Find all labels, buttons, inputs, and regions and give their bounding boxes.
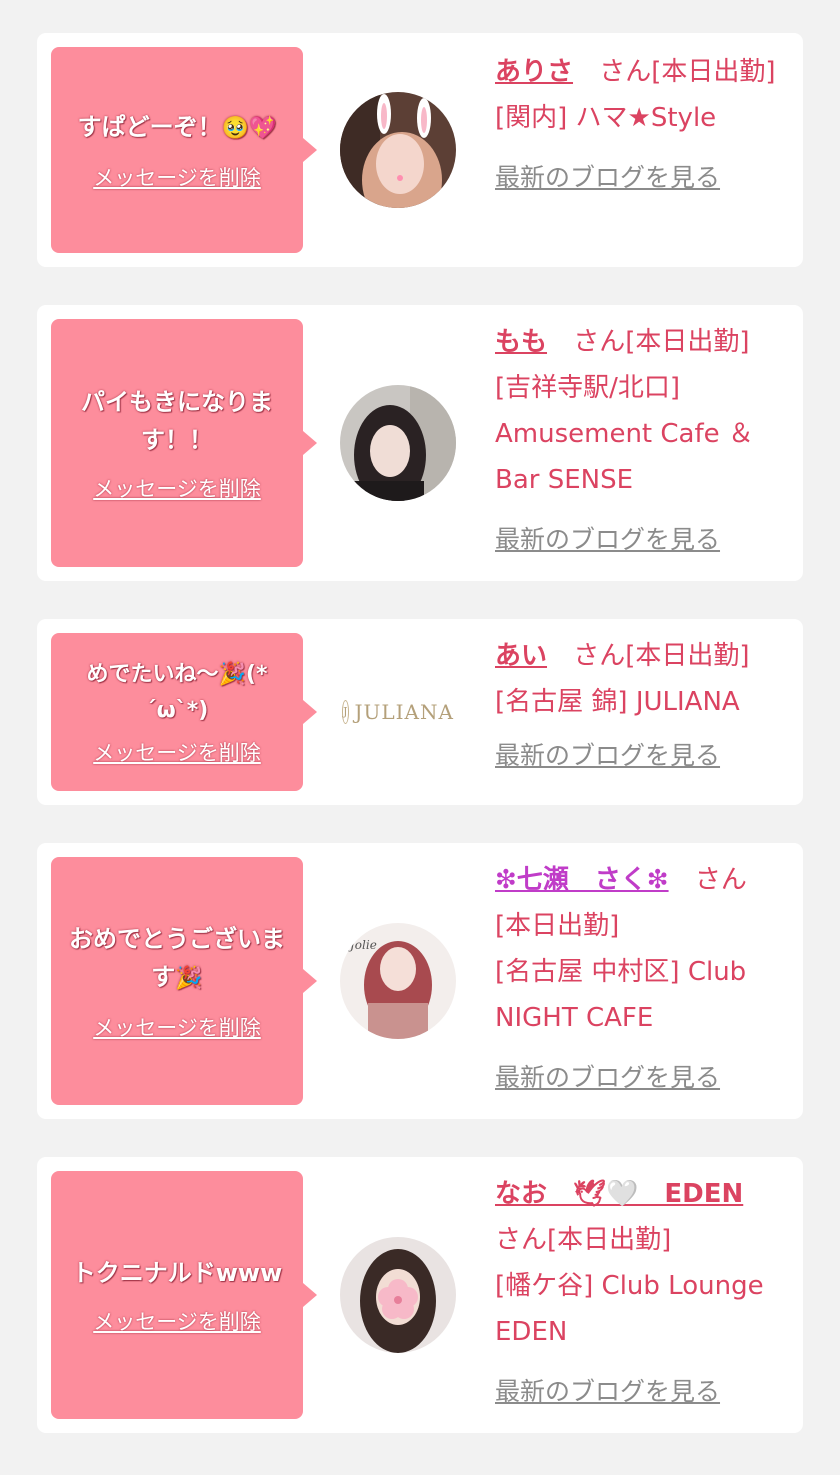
message-bubble: パイもきになります！！ メッセージを削除 bbox=[51, 319, 317, 567]
cast-status: さん[本日出勤] bbox=[573, 641, 750, 671]
message-bubble: めでたいね〜🎉(*´ω`*) メッセージを削除 bbox=[51, 633, 317, 791]
cast-name-link[interactable]: ❇七瀬 さく❇ bbox=[495, 865, 669, 895]
cast-info: なお 🕊🤍 EDEN さん[本日出勤] [幡ケ谷] Club Lounge ED… bbox=[495, 1171, 781, 1415]
shop-name: [吉祥寺駅/北口] Amusement Cafe ＆Bar SENSE bbox=[495, 373, 754, 495]
message-bubble: おめでとうございます🎉 メッセージを削除 bbox=[51, 857, 317, 1105]
cast-info: もも さん[本日出勤] [吉祥寺駅/北口] Amusement Cafe ＆Ba… bbox=[495, 319, 781, 563]
avatar[interactable] bbox=[340, 385, 456, 501]
message-card: めでたいね〜🎉(*´ω`*) メッセージを削除 J JULIANA あい さん[本… bbox=[37, 619, 803, 805]
latest-blog-link[interactable]: 最新のブログを見る bbox=[495, 155, 720, 201]
message-bubble: トクニナルドwww メッセージを削除 bbox=[51, 1171, 317, 1419]
latest-blog-link[interactable]: 最新のブログを見る bbox=[495, 1055, 720, 1101]
message-card: パイもきになります！！ メッセージを削除 もも さん[本日出勤] [吉祥寺駅/北… bbox=[37, 305, 803, 581]
delete-message-link[interactable]: メッセージを削除 bbox=[93, 1012, 261, 1042]
message-card: おめでとうございます🎉 メッセージを削除 Jolie ❇七瀬 さく❇ さん[本日… bbox=[37, 843, 803, 1119]
message-text: おめでとうございます🎉 bbox=[69, 925, 285, 991]
party-popper-icon: 🎉 bbox=[175, 966, 203, 991]
shop-name: [幡ケ谷] Club Lounge EDEN bbox=[495, 1271, 764, 1347]
cast-status: さん[本日出勤] bbox=[495, 1225, 672, 1255]
party-popper-icon: 🎉 bbox=[218, 662, 246, 687]
cast-name-link[interactable]: なお 🕊🤍 EDEN bbox=[495, 1179, 743, 1209]
message-card: すぱどーぞ！🥹💖 メッセージを削除 ありさ さん[本日出勤] [関内] ハマ★S… bbox=[37, 33, 803, 267]
cast-name-link[interactable]: ありさ bbox=[495, 57, 573, 87]
message-card: トクニナルドwww メッセージを削除 なお 🕊🤍 EDEN さん[本日出勤] [… bbox=[37, 1157, 803, 1433]
shop-logo[interactable]: J JULIANA bbox=[342, 692, 453, 732]
delete-message-link[interactable]: メッセージを削除 bbox=[93, 473, 261, 503]
message-text: パイもきになります！！ bbox=[81, 388, 273, 454]
message-text: めでたいね〜🎉(*´ω`*) bbox=[86, 662, 268, 723]
svg-text:Jolie: Jolie bbox=[347, 938, 377, 952]
latest-blog-link[interactable]: 最新のブログを見る bbox=[495, 733, 720, 779]
shop-name: [名古屋 錦] JULIANA bbox=[495, 687, 740, 717]
latest-blog-link[interactable]: 最新のブログを見る bbox=[495, 1369, 720, 1415]
avatar[interactable]: Jolie bbox=[340, 923, 456, 1039]
delete-message-link[interactable]: メッセージを削除 bbox=[93, 1306, 261, 1336]
emoji-icon: 🥹💖 bbox=[221, 116, 277, 141]
avatar[interactable] bbox=[340, 92, 456, 208]
message-text: トクニナルドwww bbox=[71, 1259, 283, 1287]
shop-name: [名古屋 中村区] Club NIGHT CAFE bbox=[495, 957, 747, 1033]
message-bubble: すぱどーぞ！🥹💖 メッセージを削除 bbox=[51, 47, 317, 253]
cast-name-link[interactable]: あい bbox=[495, 641, 547, 671]
delete-message-link[interactable]: メッセージを削除 bbox=[93, 162, 261, 192]
avatar[interactable] bbox=[340, 1237, 456, 1353]
cast-info: ありさ さん[本日出勤] [関内] ハマ★Style 最新のブログを見る bbox=[495, 49, 781, 201]
cast-info: あい さん[本日出勤] [名古屋 錦] JULIANA 最新のブログを見る bbox=[495, 633, 781, 779]
latest-blog-link[interactable]: 最新のブログを見る bbox=[495, 517, 720, 563]
cast-info: ❇七瀬 さく❇ さん[本日出勤] [名古屋 中村区] Club NIGHT CA… bbox=[495, 857, 781, 1101]
logo-mark-icon: J bbox=[342, 700, 350, 724]
cast-status: さん[本日出勤] bbox=[573, 327, 750, 357]
delete-message-link[interactable]: メッセージを削除 bbox=[93, 737, 261, 767]
shop-name: [関内] ハマ★Style bbox=[495, 103, 717, 133]
message-text: すぱどーぞ！🥹💖 bbox=[77, 113, 277, 141]
cast-status: さん[本日出勤] bbox=[599, 57, 776, 87]
cast-name-link[interactable]: もも bbox=[495, 327, 547, 357]
